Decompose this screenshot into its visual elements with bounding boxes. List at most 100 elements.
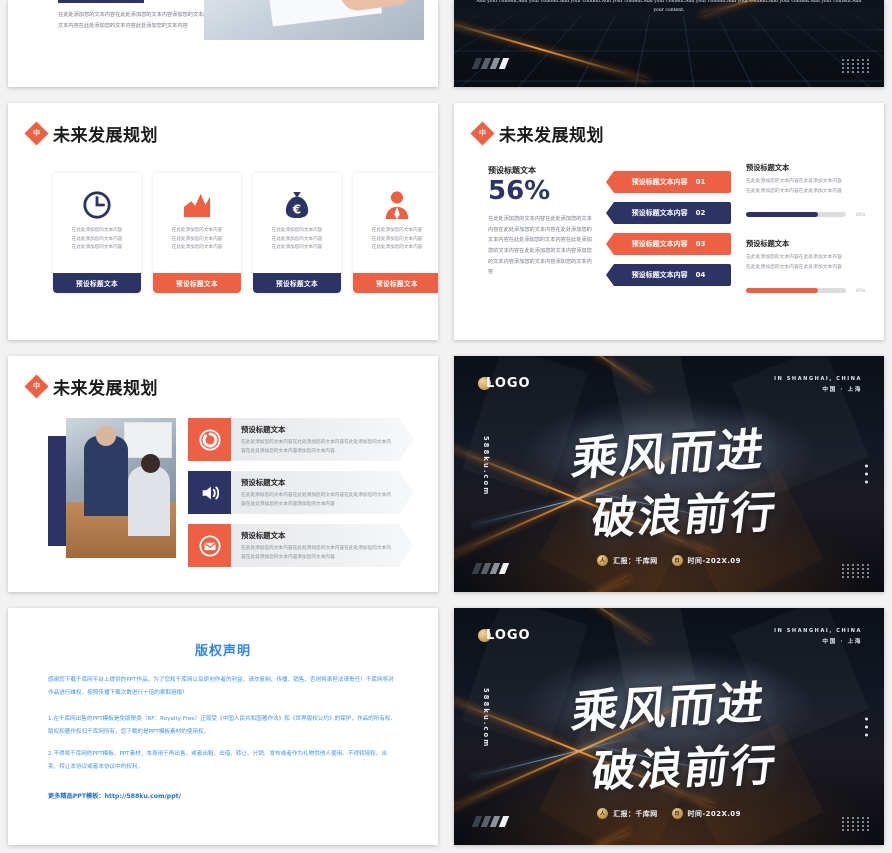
feature-card[interactable]: 在此处添加您的文本内容 在此处添加您的文本内容 在此处添加您的文本内容 预设标题… [153,173,241,293]
progress-bar [746,288,846,294]
arrow-label: 预设标题文本内容 [631,240,688,248]
feature-row[interactable]: 预设标题文本 在此处添加您的文本内容在此处添加您的文本内容在此处添加您的文本内容… [188,418,414,461]
person-head-shape [141,454,160,473]
progress-bar [746,212,846,218]
speaker-icon [188,471,231,514]
slash-marks-icon [471,58,510,69]
diamond-badge-icon: 中 [24,374,49,399]
slide-closing-2[interactable]: LOGO 588ku.com IN SHANGHAI, CHINA 中国 · 上… [454,608,884,845]
dot-grid-icon [842,817,870,831]
card-button[interactable]: 预设标题文本 [353,273,438,293]
card-list: 在此处添加您的文本内容 在此处添加您的文本内容 在此处添加您的文本内容 预设标题… [53,173,438,293]
card-button[interactable]: 预设标题文本 [253,273,341,293]
date-item: 日 时间-202X.09 [671,808,741,819]
stats-left-column: 预设标题文本 56% 在此处添加您的文本内容在此处添加您的文本内容在此处添加您的… [488,165,593,278]
card-button[interactable]: 预设标题文本 [153,273,241,293]
thumbnail-cell-8[interactable]: LOGO 588ku.com IN SHANGHAI, CHINA 中国 · 上… [446,600,892,853]
page-title-text: 未来发展规划 [499,126,604,146]
progress-fill [746,288,818,294]
feature-card[interactable]: 在此处添加您的文本内容 在此处添加您的文本内容 在此处添加您的文本内容 预设标题… [53,173,141,293]
page-title-text: 未来发展规划 [53,379,158,399]
stats-kicker: 预设标题文本 [488,166,536,175]
badge-glyph: 中 [33,129,40,137]
thumbnail-cell-1[interactable]: 在此处添加您的文本内容在此处添加您的文本内容添加您的文本内容添加您的文本内容此处… [0,0,446,95]
arrow-label: 预设标题文本内容 [631,271,688,279]
row-heading: 预设标题文本 [241,478,286,487]
website-vertical: 588ku.com [482,688,490,749]
progress-percent: 85% [856,288,866,294]
arrow-item[interactable]: 预设标题文本内容 03 [606,233,731,255]
svg-text:€: € [292,202,301,216]
arrow-item[interactable]: 预设标题文本内容 02 [606,202,731,224]
reporter-icon: 人 [597,555,609,566]
location-en: IN SHANGHAI, CHINA [774,376,862,382]
page-title-text: 未来发展规划 [53,126,158,146]
photo-image [66,418,176,558]
slide-top-left[interactable]: 在此处添加您的文本内容在此处添加您的文本内容添加您的文本内容添加您的文本内容此处… [8,0,438,87]
reporter-item: 人 汇报：千库网 [597,555,657,566]
feature-row[interactable]: 预设标题文本 在此处添加您的文本内容在此处添加您的文本内容在此处添加您的文本内容… [188,471,414,514]
slash-marks-icon [471,816,510,827]
reporter-text: 汇报：千库网 [613,556,658,565]
slide-rows[interactable]: 中 未来发展规划 预设标题文本 在此处添加您的文本内容在此处添加您的文本内容在此… [8,356,438,592]
chart-icon [182,187,212,223]
office-photo [204,0,424,40]
closing-footer: 人 汇报：千库网 日 时间-202X.09 [454,808,884,819]
logo-text: LOGO [486,628,531,643]
card-button[interactable]: 预设标题文本 [53,273,141,293]
page-title: 中 未来发展规划 [24,374,158,399]
arrow-label: 预设标题文本内容 [631,209,688,217]
location-cn: 中国 · 上海 [822,639,862,645]
thumbnail-cell-6[interactable]: LOGO 588ku.com IN SHANGHAI, CHINA 中国 · 上… [446,348,892,600]
person-icon [382,187,412,223]
reporter-item: 人 汇报：千库网 [597,808,657,819]
page-title: 中 未来发展规划 [470,121,604,146]
arrow-item[interactable]: 预设标题文本内容 04 [606,264,731,286]
feature-card[interactable]: € 在此处添加您的文本内容 在此处添加您的文本内容 在此处添加您的文本内容 预设… [253,173,341,293]
page-title: 中 未来发展规划 [24,121,158,146]
closing-footer: 人 汇报：千库网 日 时间-202X.09 [454,555,884,566]
date-text: 时间-202X.09 [687,809,741,818]
arrow-number: 01 [695,178,706,186]
person-shape [84,436,128,516]
three-dots-icon [865,464,868,484]
dot-grid-icon [842,59,870,73]
slide-stats[interactable]: 中 未来发展规划 预设标题文本 56% 在此处添加您的文本内容在此处添加您的文本… [454,103,884,340]
moneybag-icon: € [284,187,310,223]
row-desc: 在此处添加您的文本内容在此处添加您的文本内容在此处添加您的文本内容在此处添加您的… [241,546,392,561]
person-shape [128,466,170,536]
target-icon [188,418,231,461]
badge-glyph: 中 [33,382,40,390]
slide-cards[interactable]: 中 未来发展规划 在此处添加您的文本内容 在此处添加您的文本内容 在此处添加您的… [8,103,438,340]
dot-grid-icon [842,564,870,578]
feature-card[interactable]: 在此处添加您的文本内容 在此处添加您的文本内容 在此处添加您的文本内容 预设标题… [353,173,438,293]
thumbnail-cell-4[interactable]: 中 未来发展规划 预设标题文本 56% 在此处添加您的文本内容在此处添加您的文本… [446,95,892,348]
copyright-paragraph-3: 2.不得将千库网的PPT模板、PPT素材，本身用于再出售，或者出租、出借、转让、… [48,751,387,770]
logo: LOGO [478,628,531,643]
progress-fill [746,212,818,218]
progress-heading: 预设标题文本 [746,239,790,249]
thumbnail-cell-7[interactable]: 版权声明 感谢您下载千库网平台上提供的PPT作品，为了您和千库网以及原创作者的利… [0,600,446,853]
slide-thumbnail-grid: 在此处添加您的文本内容在此处添加您的文本内容添加您的文本内容添加您的文本内容此处… [0,0,892,853]
stats-paragraph: 在此处添加您的文本内容在此处添加您的文本内容在此处添加您的文本内容在此处添加您的… [488,216,592,276]
progress-block: 预设标题文本 在此处添加您的文本内容在此处添加文本内容 在此处添加您的文本内容在… [746,239,868,299]
feature-row[interactable]: 预设标题文本 在此处添加您的文本内容在此处添加您的文本内容在此处添加您的文本内容… [188,524,414,567]
website-vertical: 588ku.com [482,436,490,497]
row-desc: 在此处添加您的文本内容在此处添加您的文本内容在此处添加您的文本内容在此处添加您的… [241,493,392,508]
thumbnail-cell-2[interactable]: Add your content.Add your content.Add yo… [446,0,892,95]
progress-heading: 预设标题文本 [746,163,790,172]
thumbnail-cell-5[interactable]: 中 未来发展规划 预设标题文本 在此处添加您的文本内容在此处添加您的文本内容在此… [0,348,446,600]
person-head-shape [96,426,116,446]
copyright-link[interactable]: 更多精品PPT模板：http://588ku.com/ppt/ [48,791,398,800]
thumbnail-cell-3[interactable]: 中 未来发展规划 在此处添加您的文本内容 在此处添加您的文本内容 在此处添加您的… [0,95,446,348]
slide-copyright[interactable]: 版权声明 感谢您下载千库网平台上提供的PPT作品，为了您和千库网以及原创作者的利… [8,608,438,845]
arrow-label: 预设标题文本内容 [631,178,688,186]
copyright-paragraph-2: 1.在千库网出售的PPT模板是免版税类（RF：Royalty-Free）正版受《… [48,716,397,735]
arrow-number: 03 [695,240,706,248]
slide-top-right[interactable]: Add your content.Add your content.Add yo… [454,0,884,87]
location-cn: 中国 · 上海 [822,387,862,393]
row-heading: 预设标题文本 [241,531,286,540]
arrow-item[interactable]: 预设标题文本内容 01 [606,171,731,193]
slide-closing-1[interactable]: LOGO 588ku.com IN SHANGHAI, CHINA 中国 · 上… [454,356,884,592]
progress-block: 预设标题文本 在此处添加您的文本内容在此处添加文本内容 在此处添加您的文本内容在… [746,163,868,223]
